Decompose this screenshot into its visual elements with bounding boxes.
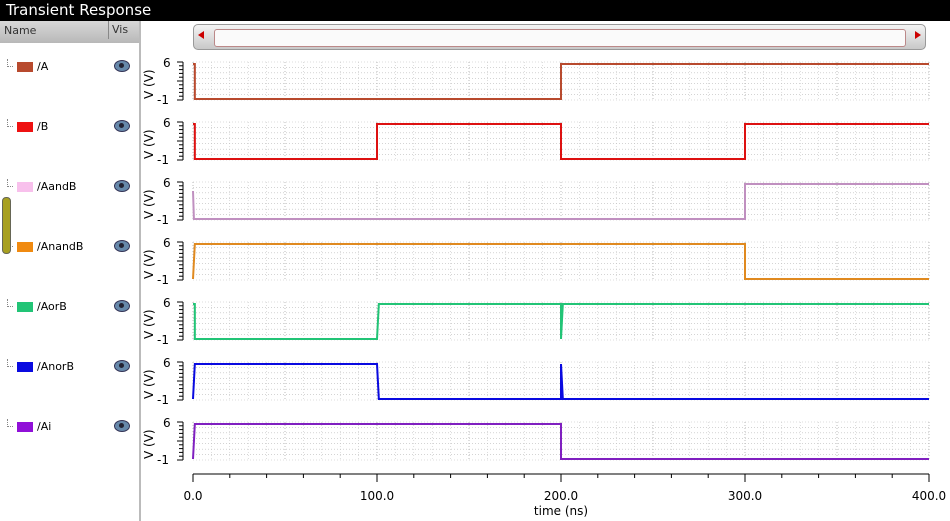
color-swatch	[17, 302, 33, 312]
x-tick-label: 0.0	[183, 489, 202, 503]
signal-item[interactable]: /AnorB	[0, 359, 140, 375]
signal-item[interactable]: /AorB	[0, 299, 140, 315]
x-axis-label: time (ns)	[534, 504, 588, 518]
color-swatch	[17, 362, 33, 372]
signal-item[interactable]: /AnandB	[0, 239, 140, 255]
waveform-trace	[193, 303, 929, 340]
waveform-trace	[193, 123, 929, 160]
name-column-header[interactable]: Name	[4, 24, 36, 37]
y-tick-bottom: -1	[157, 453, 169, 467]
resize-grip[interactable]	[2, 197, 11, 254]
scroll-left-icon[interactable]	[198, 31, 204, 39]
scroll-right-icon[interactable]	[915, 31, 921, 39]
y-tick-bottom: -1	[157, 273, 169, 287]
signal-item[interactable]: /Ai	[0, 419, 140, 435]
tree-connector	[7, 299, 13, 307]
eye-icon[interactable]	[114, 300, 130, 312]
signal-item[interactable]: /B	[0, 119, 140, 135]
y-axis-label: V (V)	[142, 69, 156, 99]
y-tick-top: 6	[163, 56, 171, 70]
color-swatch	[17, 242, 33, 252]
eye-icon[interactable]	[114, 240, 130, 252]
color-swatch	[17, 122, 33, 132]
window-title: Transient Response	[0, 0, 950, 21]
signal-name: /AandB	[37, 180, 77, 193]
x-tick-label: 300.0	[728, 489, 762, 503]
x-tick-label: 400.0	[912, 489, 946, 503]
horizontal-scrollbar[interactable]	[193, 24, 926, 50]
plot-Ai: 6 -1V (V)	[142, 416, 930, 467]
y-tick-bottom: -1	[157, 153, 169, 167]
plot-AorB: 6 -1V (V)	[142, 296, 930, 347]
color-swatch	[17, 422, 33, 432]
tree-connector	[7, 359, 13, 367]
waveform-trace	[192, 243, 929, 280]
y-axis-label: V (V)	[142, 189, 156, 219]
x-tick-label: 200.0	[544, 489, 578, 503]
vis-column-header[interactable]: Vis	[108, 21, 128, 39]
x-tick-label: 100.0	[360, 489, 394, 503]
y-tick-top: 6	[163, 296, 171, 310]
waveform-trace	[192, 363, 929, 400]
y-axis-label: V (V)	[142, 129, 156, 159]
waveform-trace	[192, 183, 929, 220]
waveform-trace	[193, 63, 929, 100]
plot-AandB: 6 -1V (V)	[142, 176, 930, 227]
y-tick-top: 6	[163, 236, 171, 250]
y-tick-bottom: -1	[157, 333, 169, 347]
y-axis-label: V (V)	[142, 429, 156, 459]
plot-B: 6 -1V (V)	[142, 116, 930, 167]
waveform-plots: 6-1V (V)6-1V (V)6-1V (V)6-1V (V)6-1V (V)…	[142, 56, 946, 518]
waveform-trace	[192, 423, 929, 460]
scroll-thumb[interactable]	[214, 29, 906, 47]
plot-AnandB: 6 -1V (V)	[142, 236, 930, 287]
signal-item[interactable]: /A	[0, 59, 140, 75]
tree-connector	[7, 179, 13, 187]
y-axis-label: V (V)	[142, 309, 156, 339]
eye-icon[interactable]	[114, 60, 130, 72]
y-tick-bottom: -1	[157, 393, 169, 407]
signal-item[interactable]: /AandB	[0, 179, 140, 195]
plot-AnorB: 6 -1V (V)	[142, 356, 930, 407]
y-axis-label: V (V)	[142, 249, 156, 279]
eye-icon[interactable]	[114, 360, 130, 372]
y-tick-bottom: -1	[157, 93, 169, 107]
eye-icon[interactable]	[114, 120, 130, 132]
color-swatch	[17, 62, 33, 72]
signal-name: /B	[37, 120, 49, 133]
tree-connector	[7, 119, 13, 127]
tree-connector	[7, 419, 13, 427]
signal-list-panel: Name Vis /A/B/AandB/AnandB/AorB/AnorB/Ai	[0, 21, 141, 521]
signal-name: /A	[37, 60, 49, 73]
y-tick-top: 6	[163, 416, 171, 430]
signal-name: /Ai	[37, 420, 52, 433]
y-tick-top: 6	[163, 176, 171, 190]
signal-name: /AnorB	[37, 360, 75, 373]
y-tick-top: 6	[163, 116, 171, 130]
list-header: Name Vis	[0, 21, 139, 43]
color-swatch	[17, 182, 33, 192]
eye-icon[interactable]	[114, 180, 130, 192]
signal-name: /AorB	[37, 300, 67, 313]
signal-name: /AnandB	[37, 240, 84, 253]
y-axis-label: V (V)	[142, 369, 156, 399]
y-tick-top: 6	[163, 356, 171, 370]
eye-icon[interactable]	[114, 420, 130, 432]
plot-A: 6 -1V (V)	[142, 56, 930, 107]
tree-connector	[7, 59, 13, 67]
y-tick-bottom: -1	[157, 213, 169, 227]
